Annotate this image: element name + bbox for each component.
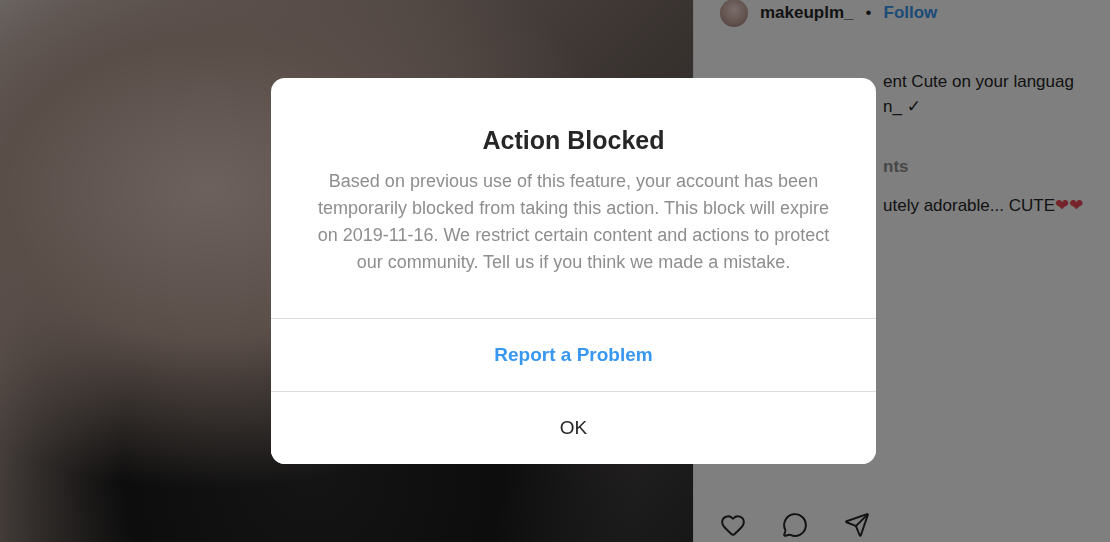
dialog-title: Action Blocked xyxy=(483,124,665,156)
action-blocked-dialog: Action Blocked Based on previous use of t… xyxy=(271,78,876,464)
report-problem-button[interactable]: Report a Problem xyxy=(271,318,876,391)
dialog-message: Based on previous use of this feature, y… xyxy=(311,168,836,276)
ok-button[interactable]: OK xyxy=(271,391,876,464)
dialog-body: Action Blocked Based on previous use of t… xyxy=(271,78,876,318)
modal-overlay: Action Blocked Based on previous use of t… xyxy=(0,0,1110,542)
